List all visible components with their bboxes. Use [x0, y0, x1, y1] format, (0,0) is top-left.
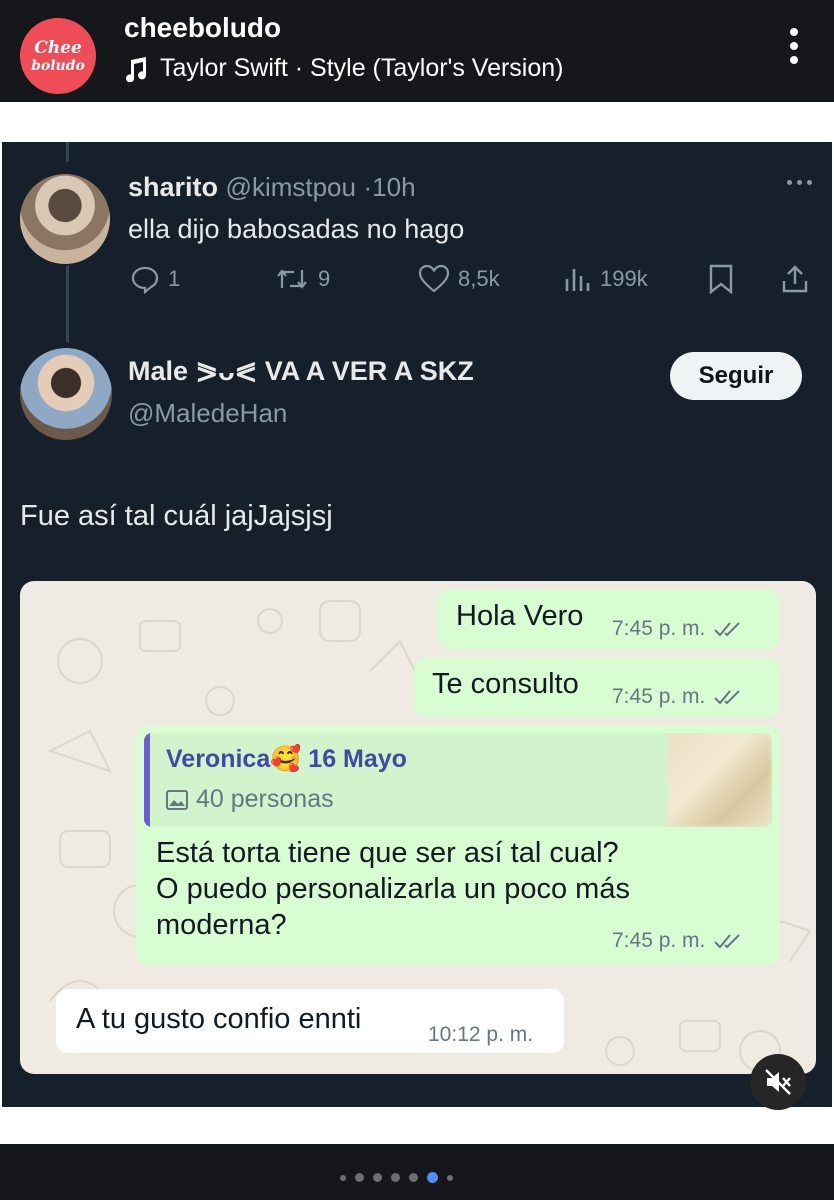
carousel-dot[interactable]: [373, 1173, 382, 1182]
reply-text: ella dijo babosadas no hago: [128, 214, 465, 244]
reply-icon: [131, 266, 159, 294]
thread-line-bottom: [66, 266, 69, 342]
reply-time: 10h: [372, 172, 416, 202]
share-button[interactable]: [780, 264, 810, 294]
like-button[interactable]: 8,5k: [418, 264, 500, 294]
read-receipt-icon: [714, 622, 741, 637]
bookmark-icon: [709, 264, 733, 294]
tweet-actions: 1 9 8,5k 199k: [126, 264, 816, 304]
quote-accent-bar: [144, 733, 150, 827]
image-icon: [166, 789, 188, 810]
chat-message-incoming: A tu gusto confio ennti 10:12 p. m.: [56, 989, 564, 1053]
author-handle-text: @MaledeHan: [128, 398, 288, 428]
reply-count: 1: [168, 266, 181, 291]
carousel-indicator[interactable]: [340, 1172, 453, 1183]
quoted-subtitle: 40 personas: [166, 785, 334, 814]
quoted-title: Veronica🥰 16 Mayo: [166, 745, 407, 773]
reply-author-name: sharito: [128, 172, 219, 202]
bookmark-button[interactable]: [708, 264, 734, 294]
audio-link[interactable]: Taylor Swift · Style (Taylor's Version): [124, 54, 564, 83]
reply-author-handle: @kimstpou: [225, 172, 356, 202]
retweet-count: 9: [318, 266, 331, 291]
tweet-text: Fue así tal cuál jajJajsjsj: [20, 500, 333, 532]
carousel-dot[interactable]: [355, 1173, 364, 1182]
quoted-message[interactable]: Veronica🥰 16 Mayo 40 personas: [144, 733, 772, 827]
chat-message: Te consulto 7:45 p. m.: [414, 657, 780, 717]
retweet-icon: [277, 269, 307, 289]
message-line: O puedo personalizarla un poco más: [156, 873, 630, 905]
message-text: Hola Vero: [456, 600, 584, 632]
avatar[interactable]: [20, 174, 110, 264]
author-name[interactable]: Male ⪖ᴗ⪕ VA A VER A SKZ: [128, 356, 474, 387]
message-line: Está torta tiene que ser así tal cual?: [156, 837, 619, 869]
audio-title: Taylor Swift · Style (Taylor's Version): [160, 54, 564, 82]
carousel-dot[interactable]: [391, 1173, 400, 1182]
account-logo-line2: boludo: [31, 57, 85, 74]
views-count: 199k: [600, 266, 648, 291]
time-separator: ·: [363, 172, 373, 202]
post-header: Chee boludo cheeboludo Taylor Swift · St…: [0, 0, 834, 102]
avatar[interactable]: [20, 348, 112, 440]
read-receipt-icon: [714, 934, 741, 949]
message-text: Te consulto: [432, 668, 579, 700]
message-text: A tu gusto confio ennti: [76, 1003, 362, 1035]
reply-button[interactable]: 1: [130, 264, 180, 294]
like-count: 8,5k: [458, 266, 500, 291]
thread-line-top: [66, 142, 69, 162]
carousel-dot[interactable]: [340, 1174, 346, 1181]
music-note-icon: [126, 56, 147, 82]
more-options-icon[interactable]: [788, 28, 800, 68]
chat-screenshot: Hola Vero 7:45 p. m. Te consulto 7:45 p.…: [20, 581, 816, 1074]
heart-icon: [418, 264, 450, 293]
quoted-image-thumbnail: [668, 733, 772, 827]
message-time: 7:45 p. m.: [612, 685, 743, 709]
views-button[interactable]: 199k: [564, 264, 648, 294]
message-line: moderna?: [156, 909, 287, 941]
chat-message: Hola Vero 7:45 p. m.: [438, 589, 780, 649]
message-time: 10:12 p. m.: [428, 1023, 534, 1046]
views-icon: [565, 269, 590, 291]
carousel-dot[interactable]: [447, 1174, 453, 1181]
message-text: Está torta tiene que ser así tal cual? O…: [156, 835, 630, 943]
reply-author[interactable]: sharito @kimstpou ·10h: [128, 172, 416, 203]
account-logo-line1: Chee: [34, 37, 82, 58]
carousel-dot[interactable]: [427, 1172, 438, 1183]
message-time: 7:45 p. m.: [612, 929, 743, 953]
message-time-text: 7:45 p. m.: [612, 685, 706, 708]
chat-message-reply: Veronica🥰 16 Mayo 40 personas Está torta…: [136, 725, 780, 965]
message-time-text: 7:45 p. m.: [612, 617, 706, 640]
retweet-button[interactable]: 9: [274, 264, 330, 294]
account-avatar[interactable]: Chee boludo: [20, 18, 96, 94]
tweet-more-icon[interactable]: [787, 180, 812, 185]
post-media: sharito @kimstpou ·10h ella dijo babosad…: [2, 142, 832, 1107]
author-handle[interactable]: @MaledeHan: [128, 398, 287, 429]
quoted-subtitle-text: 40 personas: [196, 785, 334, 813]
carousel-dot[interactable]: [409, 1173, 418, 1182]
account-username[interactable]: cheeboludo: [124, 12, 281, 44]
share-icon: [782, 265, 808, 293]
speaker-muted-icon: [765, 1069, 791, 1095]
follow-button[interactable]: Seguir: [670, 352, 802, 400]
message-time: 7:45 p. m.: [612, 617, 743, 641]
read-receipt-icon: [714, 690, 741, 705]
mute-button[interactable]: [750, 1054, 806, 1110]
message-time-text: 7:45 p. m.: [612, 929, 706, 952]
